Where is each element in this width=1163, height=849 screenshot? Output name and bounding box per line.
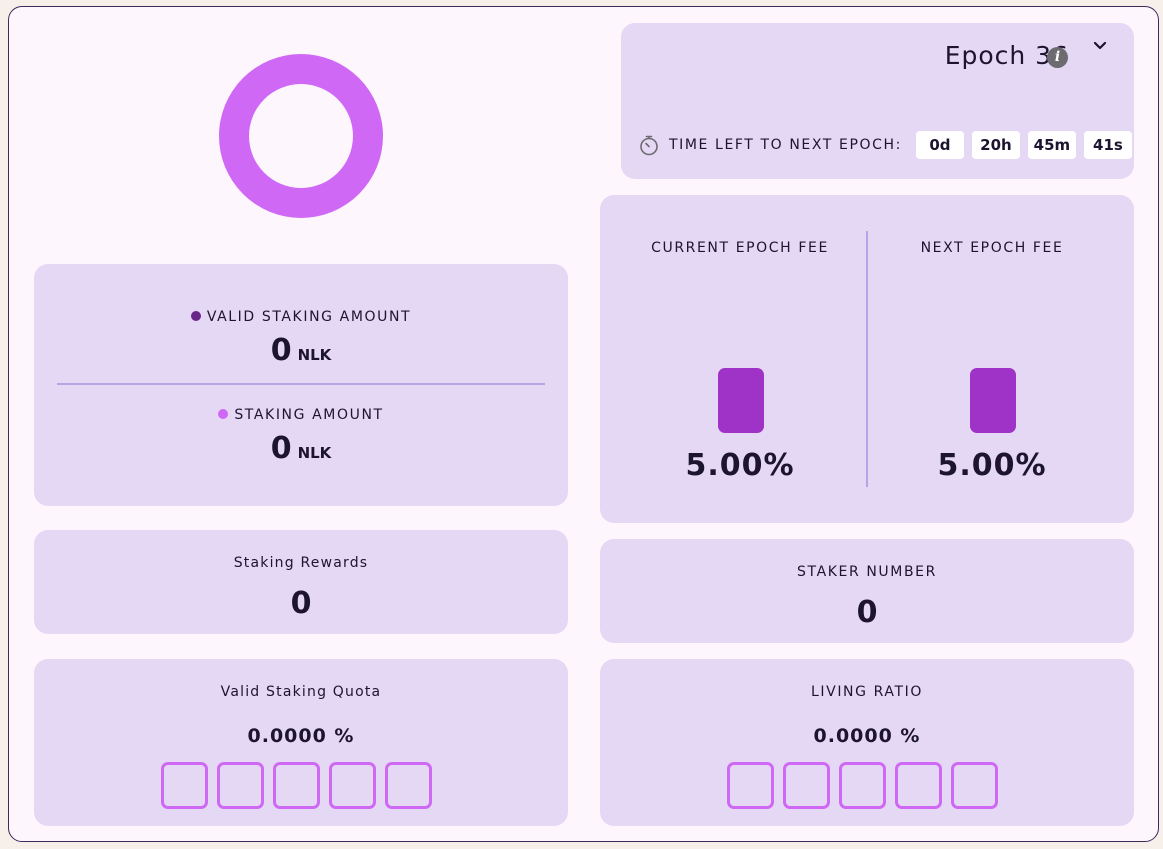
- stopwatch-icon: [640, 135, 658, 156]
- valid-staking-quota-value: 0.0000 %: [247, 725, 355, 747]
- current-fee-bar: [718, 368, 764, 433]
- staking-amounts-card: [34, 264, 568, 506]
- staker-number-value: 0: [856, 595, 878, 630]
- ratio-indicator-box: [839, 762, 886, 809]
- quota-indicator-box: [161, 762, 208, 809]
- timer-label: TIME LEFT TO NEXT EPOCH:: [669, 137, 902, 153]
- chevron-down-icon[interactable]: [1092, 38, 1108, 54]
- staking-rewards-value: 0: [290, 586, 312, 621]
- timer-days: 0d: [915, 131, 964, 159]
- next-fee-value: 5.00%: [937, 448, 1047, 483]
- ratio-indicator-box: [783, 762, 830, 809]
- fee-divider: [866, 231, 868, 487]
- staking-divider: [57, 383, 545, 385]
- ratio-indicator-box: [951, 762, 998, 809]
- quota-indicator-box: [329, 762, 376, 809]
- quota-indicator-box: [217, 762, 264, 809]
- staking-amount-value: 0 NLK: [270, 431, 332, 466]
- valid-staking-quota-label: Valid Staking Quota: [220, 684, 382, 700]
- valid-staking-legend-dot: [190, 311, 201, 321]
- next-fee-bar: [970, 368, 1016, 433]
- timer-hours: 20h: [971, 131, 1020, 159]
- info-icon[interactable]: i: [1047, 47, 1068, 68]
- timer-minutes: 45m: [1027, 131, 1076, 159]
- epoch-timer: TIME LEFT TO NEXT EPOCH: 0d 20h 45m 41s: [638, 131, 1132, 159]
- staking-legend-dot: [218, 409, 229, 419]
- staking-amount-label: STAKING AMOUNT: [34, 407, 568, 423]
- timer-seconds: 41s: [1083, 131, 1132, 159]
- ratio-indicator-box: [895, 762, 942, 809]
- living-ratio-value: 0.0000 %: [813, 725, 921, 747]
- staker-number-label: STAKER NUMBER: [797, 564, 937, 580]
- living-ratio-label: LIVING RATIO: [811, 684, 923, 700]
- valid-staking-amount-value: 0 NLK: [270, 333, 332, 368]
- current-fee-value: 5.00%: [685, 448, 795, 483]
- staking-rewards-label: Staking Rewards: [233, 555, 369, 571]
- valid-staking-amount-label: VALID STAKING AMOUNT: [34, 309, 568, 325]
- staking-donut-chart: [219, 54, 383, 218]
- quota-indicator-box: [385, 762, 432, 809]
- ratio-indicator-box: [727, 762, 774, 809]
- current-epoch-fee-label: CURRENT EPOCH FEE: [651, 240, 829, 256]
- quota-indicator-box: [273, 762, 320, 809]
- next-epoch-fee-label: NEXT EPOCH FEE: [920, 240, 1064, 256]
